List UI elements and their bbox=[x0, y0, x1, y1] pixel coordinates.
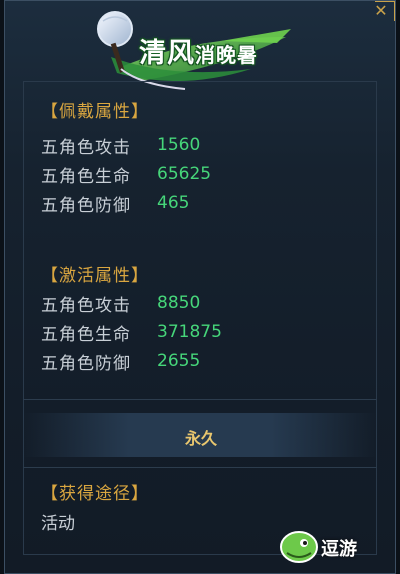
duration-label: 永久 bbox=[184, 429, 217, 448]
item-title-sub: 消晚暑 bbox=[195, 43, 258, 67]
stat-value: 65625 bbox=[157, 164, 212, 184]
item-tooltip-panel: ✕ 清风消晚暑 【佩戴属性】 五角色攻击 1560 五角色生命 65625 五角… bbox=[4, 0, 396, 574]
equip-section-header: 【佩戴属性】 bbox=[41, 102, 149, 122]
stat-value: 1560 bbox=[157, 135, 201, 155]
equip-stat-attack: 五角色攻击 1560 bbox=[41, 133, 201, 158]
stat-label: 五角色攻击 bbox=[41, 137, 131, 158]
activate-stat-defense: 五角色防御 2655 bbox=[41, 349, 201, 374]
activate-stat-attack: 五角色攻击 8850 bbox=[41, 291, 201, 316]
equip-stat-hp: 五角色生命 65625 bbox=[41, 162, 212, 187]
item-title-main: 清风 bbox=[139, 38, 195, 69]
source-section-header: 【获得途径】 bbox=[41, 484, 149, 504]
stat-label: 五角色防御 bbox=[41, 353, 131, 374]
stat-label: 五角色攻击 bbox=[41, 295, 131, 316]
item-title: 清风消晚暑 bbox=[139, 31, 258, 70]
stat-value: 371875 bbox=[157, 322, 222, 342]
stat-value: 8850 bbox=[157, 293, 201, 313]
equip-stat-defense: 五角色防御 465 bbox=[41, 191, 190, 216]
activate-section-header: 【激活属性】 bbox=[41, 266, 149, 286]
logo-icon bbox=[280, 531, 318, 563]
stat-label: 五角色生命 bbox=[41, 324, 131, 345]
logo-text: 逗游 bbox=[321, 539, 357, 560]
close-icon[interactable]: ✕ bbox=[373, 3, 389, 19]
stat-label: 五角色生命 bbox=[41, 166, 131, 187]
stat-value: 465 bbox=[157, 193, 190, 213]
stat-value: 2655 bbox=[157, 351, 201, 371]
activate-stat-hp: 五角色生命 371875 bbox=[41, 320, 222, 345]
title-badge: 清风消晚暑 bbox=[81, 7, 301, 91]
source-text: 活动 bbox=[41, 514, 75, 534]
divider bbox=[23, 467, 377, 468]
stat-label: 五角色防御 bbox=[41, 195, 131, 216]
divider bbox=[23, 399, 377, 400]
watermark-logo: 逗游 bbox=[277, 527, 381, 567]
